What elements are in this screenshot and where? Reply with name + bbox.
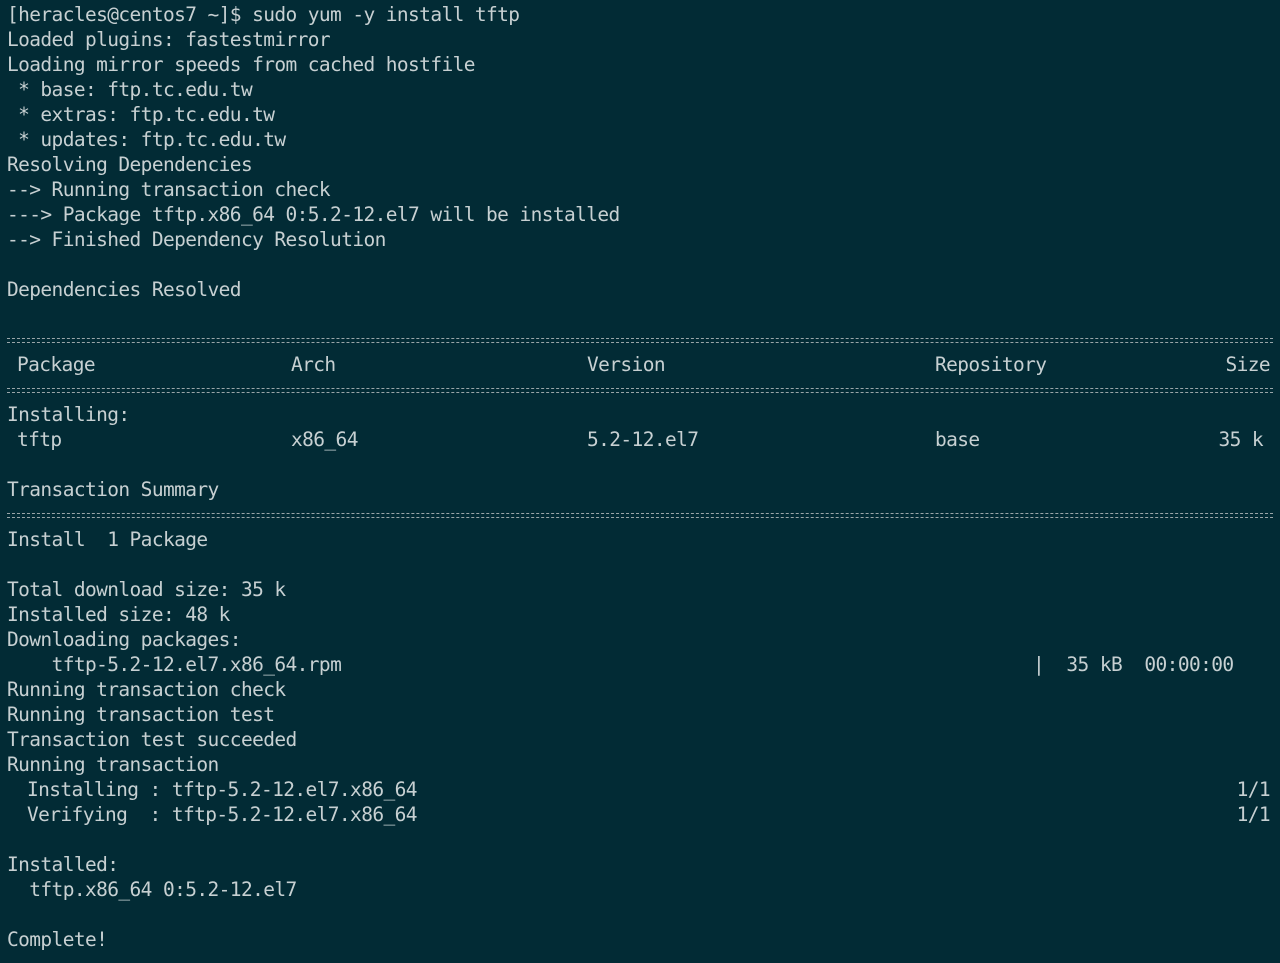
- total-download-size: Total download size: 35 k: [7, 578, 286, 601]
- command-prompt: [heracles@centos7 ~]$ sudo yum -y instal…: [7, 3, 520, 26]
- cell-size: 35 k: [1218, 428, 1263, 451]
- output-line: Dependencies Resolved: [7, 278, 242, 301]
- downloading-label: Downloading packages:: [7, 628, 242, 651]
- step-count: 1/1: [1236, 803, 1271, 826]
- step-row: Verifying : tftp-5.2-12.el7.x86_64 1/1: [7, 802, 1280, 827]
- output-line: Loading mirror speeds from cached hostfi…: [7, 53, 475, 76]
- table-row: tftp x86_64 5.2-12.el7 base 35 k: [7, 427, 1280, 452]
- step-text: Installing : tftp-5.2-12.el7.x86_64: [27, 778, 418, 801]
- step-count: 1/1: [1236, 778, 1271, 801]
- table-separator: [7, 377, 1280, 402]
- download-file: tftp-5.2-12.el7.x86_64.rpm: [51, 653, 342, 676]
- step-row: Installing : tftp-5.2-12.el7.x86_64 1/1: [7, 777, 1280, 802]
- download-progress-row: tftp-5.2-12.el7.x86_64.rpm | 35 kB 00:00…: [7, 652, 1280, 677]
- header-package: Package: [17, 353, 96, 376]
- summary-title: Transaction Summary: [7, 478, 219, 501]
- cell-repository: base: [935, 428, 980, 451]
- terminal-window[interactable]: [heracles@centos7 ~]$ sudo yum -y instal…: [0, 0, 1280, 963]
- output-line: * base: ftp.tc.edu.tw: [7, 78, 253, 101]
- output-line: Transaction test succeeded: [7, 728, 297, 751]
- header-repository: Repository: [935, 353, 1047, 376]
- output-line: * updates: ftp.tc.edu.tw: [7, 128, 286, 151]
- output-line: Loaded plugins: fastestmirror: [7, 28, 331, 51]
- cell-version: 5.2-12.el7: [587, 428, 699, 451]
- table-header-row: Package Arch Version Repository Size: [7, 352, 1280, 377]
- installed-label: Installed:: [7, 853, 119, 876]
- table-separator: [7, 327, 1280, 352]
- step-text: Verifying : tftp-5.2-12.el7.x86_64: [27, 803, 418, 826]
- output-line: Resolving Dependencies: [7, 153, 253, 176]
- cell-arch: x86_64: [291, 428, 358, 451]
- header-version: Version: [587, 353, 666, 376]
- table-separator: [7, 502, 1280, 527]
- output-line: Running transaction test: [7, 703, 275, 726]
- section-label: Installing:: [7, 403, 130, 426]
- complete-message: Complete!: [7, 928, 108, 951]
- installed-size: Installed size: 48 k: [7, 603, 230, 626]
- output-line: --> Running transaction check: [7, 178, 331, 201]
- installed-package: tftp.x86_64 0:5.2-12.el7: [7, 878, 297, 901]
- output-line: ---> Package tftp.x86_64 0:5.2-12.el7 wi…: [7, 203, 620, 226]
- download-meta: | 35 kB 00:00:00: [1033, 653, 1234, 676]
- header-arch: Arch: [291, 353, 336, 376]
- output-line: Running transaction: [7, 753, 219, 776]
- install-count: Install 1 Package: [7, 528, 208, 551]
- output-line: --> Finished Dependency Resolution: [7, 228, 386, 251]
- cell-package: tftp: [17, 428, 62, 451]
- output-line: * extras: ftp.tc.edu.tw: [7, 103, 275, 126]
- output-line: Running transaction check: [7, 678, 286, 701]
- header-size: Size: [1225, 353, 1270, 376]
